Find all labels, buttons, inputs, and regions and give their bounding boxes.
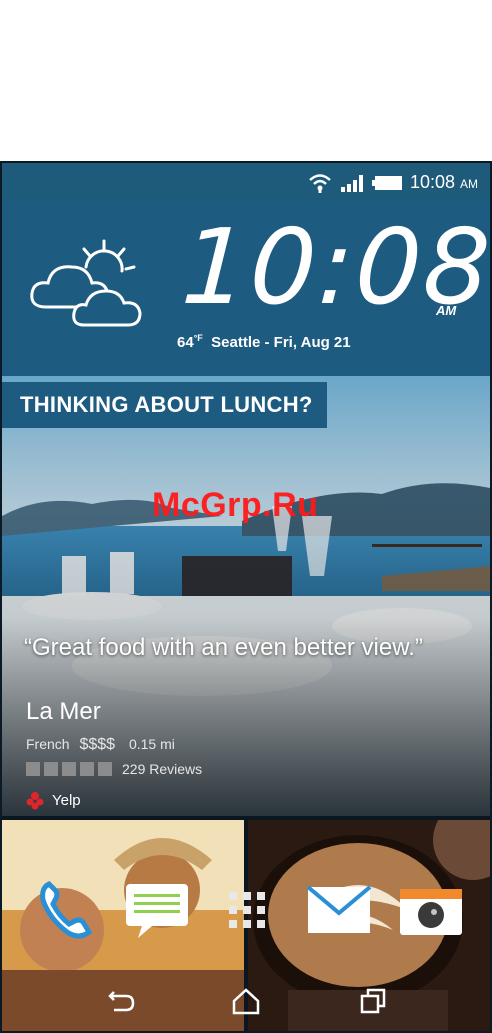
watermark: McGrp.Ru xyxy=(152,486,319,524)
camera-app[interactable] xyxy=(396,875,466,945)
phone-icon xyxy=(40,880,93,939)
weather-summary: 64°F Seattle - Fri, Aug 21 xyxy=(177,333,351,351)
mail-icon xyxy=(306,885,372,933)
signal-icon xyxy=(340,174,363,192)
recents-button[interactable] xyxy=(348,981,398,1021)
partly-cloudy-icon xyxy=(30,239,142,327)
yelp-icon xyxy=(26,792,44,810)
wifi-icon xyxy=(309,173,331,193)
status-ampm: AM xyxy=(460,177,478,191)
app-drawer-icon xyxy=(229,892,265,928)
app-drawer[interactable] xyxy=(212,875,282,945)
cuisine: French xyxy=(26,736,70,752)
restaurant-name[interactable]: La Mer xyxy=(26,698,101,726)
messages-app[interactable] xyxy=(122,875,192,945)
temperature: 64 xyxy=(177,334,194,351)
recents-icon xyxy=(360,988,386,1014)
battery-icon xyxy=(371,175,402,190)
status-bar: 10:08 AM xyxy=(2,163,490,201)
distance: 0.15 mi xyxy=(128,736,175,752)
yelp-label: Yelp xyxy=(52,791,81,809)
phone-app[interactable] xyxy=(30,875,100,945)
app-dock xyxy=(2,875,490,955)
status-icons: 10:08 AM xyxy=(308,172,478,193)
lunch-suggestion-card[interactable]: THINKING ABOUT LUNCH? McGrp.Ru “Great fo… xyxy=(2,376,490,816)
star-icon xyxy=(62,762,76,776)
back-icon xyxy=(108,991,135,1012)
navigation-bar xyxy=(2,971,490,1031)
review-count: 229 Reviews xyxy=(122,761,203,777)
rating: 229 Reviews xyxy=(26,761,202,777)
phone-screen: 10:08 AM 10:08 AM 64°F Seattle - Fri, Au… xyxy=(0,161,492,1033)
review-quote: “Great food with an even better view.” xyxy=(24,634,423,661)
home-icon xyxy=(232,988,260,1015)
home-button[interactable] xyxy=(221,981,271,1021)
yelp-source[interactable]: Yelp xyxy=(26,790,81,810)
back-button[interactable] xyxy=(96,981,146,1021)
status-time: 10:08 AM xyxy=(409,172,478,192)
location-date: Seattle - Fri, Aug 21 xyxy=(211,334,351,351)
lunch-card-title: THINKING ABOUT LUNCH? xyxy=(2,382,327,428)
star-icon xyxy=(98,762,112,776)
temperature-unit: °F xyxy=(193,333,203,343)
mail-app[interactable] xyxy=(304,875,374,945)
camera-icon xyxy=(400,889,462,935)
star-icon xyxy=(44,762,58,776)
clock-weather-widget[interactable]: 10:08 AM 64°F Seattle - Fri, Aug 21 xyxy=(2,201,490,376)
price-level: $$$$ xyxy=(79,736,116,753)
clock-ampm: AM xyxy=(436,303,457,318)
messages-icon xyxy=(126,884,188,938)
star-icon xyxy=(26,762,40,776)
star-icon xyxy=(80,762,94,776)
restaurant-meta: French $$$$ 0.15 mi xyxy=(26,736,175,754)
